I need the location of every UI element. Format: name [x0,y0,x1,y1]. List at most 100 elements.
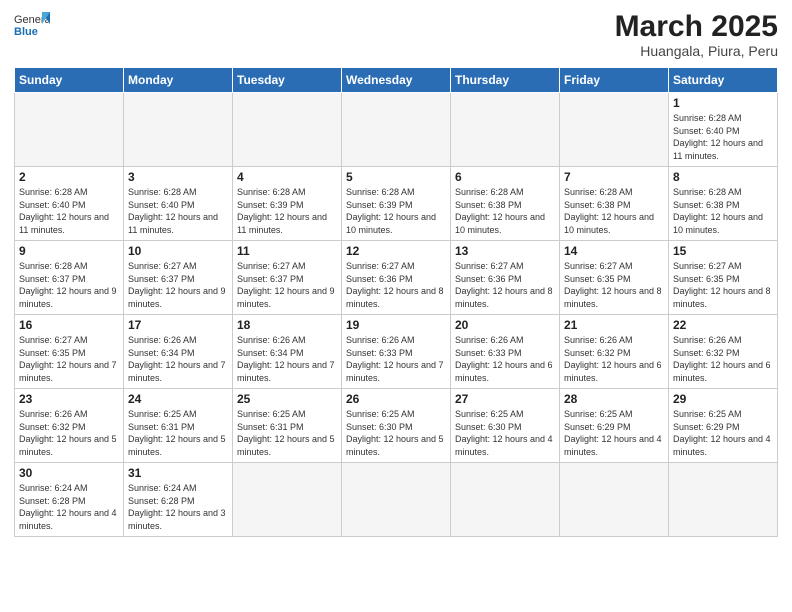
day-info: Sunrise: 6:25 AM Sunset: 6:31 PM Dayligh… [237,408,337,458]
day-number: 3 [128,170,228,184]
calendar-cell: 23Sunrise: 6:26 AM Sunset: 6:32 PM Dayli… [15,389,124,463]
col-saturday: Saturday [669,68,778,93]
calendar-cell: 15Sunrise: 6:27 AM Sunset: 6:35 PM Dayli… [669,241,778,315]
logo: General Blue [14,10,50,38]
calendar-cell: 6Sunrise: 6:28 AM Sunset: 6:38 PM Daylig… [451,167,560,241]
calendar-cell: 10 Sunrise: 6:27 AM Sunset: 6:37 PM Dayli… [124,241,233,315]
day-info: Sunrise: 6:24 AM Sunset: 6:28 PM Dayligh… [19,482,119,532]
day-number: 20 [455,318,555,332]
day-info: Sunrise: 6:26 AM Sunset: 6:34 PM Dayligh… [128,334,228,384]
day-info: Sunrise: 6:26 AM Sunset: 6:32 PM Dayligh… [19,408,119,458]
col-tuesday: Tuesday [233,68,342,93]
col-monday: Monday [124,68,233,93]
day-info: Sunrise: 6:26 AM Sunset: 6:34 PM Dayligh… [237,334,337,384]
calendar-cell: 31 Sunrise: 6:24 AM Sunset: 6:28 PM Dayli… [124,463,233,537]
day-number: 21 [564,318,664,332]
col-thursday: Thursday [451,68,560,93]
day-info: Sunrise: 6:26 AM Sunset: 6:33 PM Dayligh… [455,334,555,384]
calendar-cell [342,93,451,167]
day-number: 10 [128,244,228,258]
header: General Blue March 2025 Huangala, Piura,… [14,10,778,59]
day-number: 25 [237,392,337,406]
day-number: 26 [346,392,446,406]
day-info: Sunrise: 6:25 AM Sunset: 6:30 PM Dayligh… [455,408,555,458]
day-number: 11 [237,244,337,258]
calendar-cell [669,463,778,537]
svg-text:Blue: Blue [14,26,38,38]
calendar-subtitle: Huangala, Piura, Peru [615,43,778,59]
calendar-cell: 29 Sunrise: 6:25 AM Sunset: 6:29 PM Dayli… [669,389,778,463]
day-info: Sunrise: 6:28 AM Sunset: 6:38 PM Dayligh… [564,186,664,236]
calendar-cell [451,463,560,537]
day-number: 2 [19,170,119,184]
calendar-title: March 2025 [615,10,778,43]
calendar-cell: 4Sunrise: 6:28 AM Sunset: 6:39 PM Daylig… [233,167,342,241]
day-number: 31 [128,466,228,480]
day-number: 12 [346,244,446,258]
day-info: Sunrise: 6:26 AM Sunset: 6:32 PM Dayligh… [673,334,773,384]
col-sunday: Sunday [15,68,124,93]
day-info: Sunrise: 6:24 AM Sunset: 6:28 PM Dayligh… [128,482,228,532]
calendar-cell: 16Sunrise: 6:27 AM Sunset: 6:35 PM Dayli… [15,315,124,389]
calendar-header-row: Sunday Monday Tuesday Wednesday Thursday… [15,68,778,93]
calendar-cell: 22 Sunrise: 6:26 AM Sunset: 6:32 PM Dayli… [669,315,778,389]
day-number: 29 [673,392,773,406]
calendar-week-2: 9Sunrise: 6:28 AM Sunset: 6:37 PM Daylig… [15,241,778,315]
day-number: 13 [455,244,555,258]
calendar-cell: 18 Sunrise: 6:26 AM Sunset: 6:34 PM Dayli… [233,315,342,389]
calendar-cell: 30Sunrise: 6:24 AM Sunset: 6:28 PM Dayli… [15,463,124,537]
day-info: Sunrise: 6:27 AM Sunset: 6:37 PM Dayligh… [128,260,228,310]
calendar-table: Sunday Monday Tuesday Wednesday Thursday… [14,67,778,537]
calendar-cell: 24 Sunrise: 6:25 AM Sunset: 6:31 PM Dayli… [124,389,233,463]
page: General Blue March 2025 Huangala, Piura,… [0,0,792,612]
day-number: 22 [673,318,773,332]
calendar-cell [560,463,669,537]
day-number: 7 [564,170,664,184]
calendar-cell: 12Sunrise: 6:27 AM Sunset: 6:36 PM Dayli… [342,241,451,315]
day-number: 5 [346,170,446,184]
day-info: Sunrise: 6:28 AM Sunset: 6:38 PM Dayligh… [455,186,555,236]
calendar-cell: 28 Sunrise: 6:25 AM Sunset: 6:29 PM Dayli… [560,389,669,463]
title-block: March 2025 Huangala, Piura, Peru [615,10,778,59]
calendar-cell: 27Sunrise: 6:25 AM Sunset: 6:30 PM Dayli… [451,389,560,463]
calendar-cell [233,93,342,167]
calendar-cell: 2 Sunrise: 6:28 AM Sunset: 6:40 PM Daylig… [15,167,124,241]
day-number: 1 [673,96,773,110]
day-info: Sunrise: 6:28 AM Sunset: 6:40 PM Dayligh… [19,186,119,236]
day-info: Sunrise: 6:28 AM Sunset: 6:39 PM Dayligh… [237,186,337,236]
day-number: 15 [673,244,773,258]
day-info: Sunrise: 6:28 AM Sunset: 6:39 PM Dayligh… [346,186,446,236]
calendar-cell [124,93,233,167]
calendar-cell: 20 Sunrise: 6:26 AM Sunset: 6:33 PM Dayli… [451,315,560,389]
day-number: 18 [237,318,337,332]
calendar-cell: 25 Sunrise: 6:25 AM Sunset: 6:31 PM Dayli… [233,389,342,463]
calendar-week-5: 30Sunrise: 6:24 AM Sunset: 6:28 PM Dayli… [15,463,778,537]
col-wednesday: Wednesday [342,68,451,93]
calendar-cell [15,93,124,167]
day-info: Sunrise: 6:27 AM Sunset: 6:37 PM Dayligh… [237,260,337,310]
day-info: Sunrise: 6:26 AM Sunset: 6:32 PM Dayligh… [564,334,664,384]
day-info: Sunrise: 6:27 AM Sunset: 6:35 PM Dayligh… [19,334,119,384]
col-friday: Friday [560,68,669,93]
day-number: 24 [128,392,228,406]
calendar-cell: 5 Sunrise: 6:28 AM Sunset: 6:39 PM Daylig… [342,167,451,241]
day-info: Sunrise: 6:27 AM Sunset: 6:36 PM Dayligh… [455,260,555,310]
day-info: Sunrise: 6:25 AM Sunset: 6:31 PM Dayligh… [128,408,228,458]
day-number: 28 [564,392,664,406]
calendar-cell: 11 Sunrise: 6:27 AM Sunset: 6:37 PM Dayli… [233,241,342,315]
day-number: 19 [346,318,446,332]
day-info: Sunrise: 6:25 AM Sunset: 6:29 PM Dayligh… [673,408,773,458]
day-info: Sunrise: 6:25 AM Sunset: 6:29 PM Dayligh… [564,408,664,458]
calendar-cell [451,93,560,167]
day-info: Sunrise: 6:25 AM Sunset: 6:30 PM Dayligh… [346,408,446,458]
calendar-week-0: 1Sunrise: 6:28 AM Sunset: 6:40 PM Daylig… [15,93,778,167]
logo-icon: General Blue [14,10,50,38]
day-info: Sunrise: 6:27 AM Sunset: 6:35 PM Dayligh… [564,260,664,310]
calendar-cell: 19Sunrise: 6:26 AM Sunset: 6:33 PM Dayli… [342,315,451,389]
calendar-cell: 9Sunrise: 6:28 AM Sunset: 6:37 PM Daylig… [15,241,124,315]
day-number: 14 [564,244,664,258]
day-number: 9 [19,244,119,258]
calendar-cell: 26 Sunrise: 6:25 AM Sunset: 6:30 PM Dayli… [342,389,451,463]
calendar-cell: 21 Sunrise: 6:26 AM Sunset: 6:32 PM Dayli… [560,315,669,389]
calendar-cell: 13 Sunrise: 6:27 AM Sunset: 6:36 PM Dayli… [451,241,560,315]
